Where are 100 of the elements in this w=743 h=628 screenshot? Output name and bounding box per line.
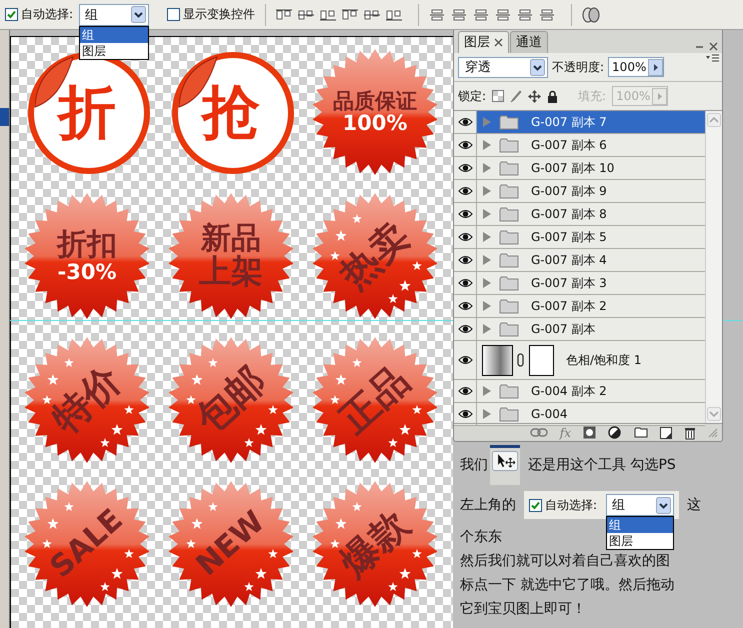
align-icon[interactable] (298, 8, 314, 22)
fill-label: 填充: (578, 88, 606, 104)
expand-arrow-icon[interactable] (483, 186, 491, 196)
layer-name: G-007 副本 5 (531, 228, 607, 246)
eye-icon (458, 117, 472, 127)
distribute-icon[interactable] (495, 8, 512, 22)
distribute-icon[interactable] (539, 8, 556, 22)
expand-arrow-icon[interactable] (483, 209, 491, 219)
layer-row[interactable]: G-007 副本 8 (454, 203, 705, 226)
layer-name: G-007 副本 3 (531, 274, 607, 292)
move-icon[interactable] (528, 90, 542, 102)
layer-row[interactable]: G-004 副本 2 (454, 380, 705, 403)
instruction-text: 它到宝贝图上即可！ (460, 600, 586, 618)
lock-icon[interactable] (547, 90, 558, 102)
target-select[interactable]: 组 (79, 4, 150, 26)
layer-row[interactable]: G-007 副本 5 (454, 226, 705, 249)
instruction-text: 还是用这个工具 勾选PS (528, 456, 676, 474)
layer-name: 色相/饱和度 1 (566, 352, 642, 368)
expand-arrow-icon[interactable] (483, 278, 491, 288)
badge-text: 特价 (45, 360, 129, 440)
folder-icon[interactable] (634, 427, 648, 438)
show-transform-label: 显示变换控件 (183, 6, 256, 23)
visibility-toggle[interactable] (454, 111, 477, 133)
eye-icon (458, 232, 472, 242)
folder-icon (499, 276, 519, 290)
close-icon[interactable] (494, 38, 503, 47)
link-icon[interactable] (530, 428, 548, 437)
opacity-label: 不透明度: (552, 58, 604, 76)
trash-icon[interactable] (684, 426, 696, 440)
expand-arrow-icon[interactable] (483, 324, 491, 334)
layer-row[interactable]: G-007 副本 3 (454, 272, 705, 295)
show-transform-checkbox[interactable] (167, 8, 180, 21)
lock-transparency-icon[interactable] (492, 90, 504, 102)
eye-icon (458, 355, 472, 365)
align-icon[interactable] (386, 8, 402, 22)
layer-row[interactable]: G-007 副本 (454, 318, 705, 341)
layer-name: G-007 副本 10 (531, 160, 614, 176)
mask-thumbnail (529, 344, 554, 376)
panel-tab[interactable]: 图层 (458, 31, 509, 53)
badge-text: 折扣 (57, 229, 117, 261)
adjustment-icon[interactable] (608, 426, 622, 440)
distribute-icon[interactable] (429, 8, 446, 22)
folder-icon (499, 160, 519, 176)
eye-icon (458, 140, 472, 150)
dropdown-option[interactable]: 组 (80, 26, 148, 42)
layer-name: G-004 副本 2 (531, 382, 607, 400)
mask-icon[interactable] (583, 426, 596, 439)
eye-icon (458, 301, 472, 311)
expand-arrow-icon[interactable] (483, 409, 491, 419)
expand-arrow-icon[interactable] (483, 232, 491, 242)
auto-align-icon[interactable] (582, 6, 600, 22)
layer-row[interactable]: G-007 副本 6 (454, 134, 705, 157)
close-icon[interactable] (709, 42, 718, 51)
folder-icon (499, 114, 519, 130)
badge-text: -30% (58, 260, 116, 283)
expand-arrow-icon[interactable] (483, 140, 491, 150)
distribute-icon[interactable] (451, 8, 468, 22)
layer-row[interactable]: G-007 副本 9 (454, 180, 705, 203)
expand-arrow-icon[interactable] (483, 163, 491, 173)
layer-row[interactable]: G-007 副本 10 (454, 157, 705, 180)
layer-row[interactable]: G-004 (454, 403, 705, 426)
align-icon[interactable] (320, 8, 336, 22)
layer-name: G-007 副本 4 (531, 252, 607, 268)
align-icon[interactable] (364, 8, 380, 22)
lock-label: 锁定: (458, 88, 486, 104)
badge-text: 新品 (201, 223, 261, 255)
folder-icon (499, 384, 519, 398)
instruction-text: 标点一下 就选中它了哦。然后拖动 (460, 576, 674, 594)
brush-icon[interactable] (510, 90, 522, 102)
eye-icon (458, 409, 472, 419)
align-icon[interactable] (276, 8, 292, 22)
blend-mode-select[interactable]: 穿透 (458, 56, 548, 78)
panel-menu-icon[interactable] (706, 54, 720, 62)
auto-select-label: 自动选择: (545, 496, 598, 514)
distribute-icon[interactable] (473, 8, 490, 22)
eye-icon (458, 186, 472, 196)
layer-name: G-007 副本 9 (531, 182, 607, 200)
folder-icon (499, 322, 519, 336)
auto-select-checkbox[interactable] (5, 8, 18, 21)
layer-row[interactable]: G-007 副本 7 (454, 111, 705, 134)
chain-link-icon (517, 353, 524, 367)
instruction-text: 个东东 (460, 528, 502, 546)
adjustment-thumbnail (482, 344, 513, 376)
layer-row[interactable]: 色相/饱和度 1 (454, 341, 705, 380)
panel-tab[interactable]: 通道 (510, 31, 548, 53)
new-layer-icon[interactable] (660, 426, 672, 438)
resize-grip-icon[interactable] (708, 428, 718, 438)
badge-text: 爆款 (333, 504, 417, 584)
eye-icon (458, 386, 472, 396)
folder-icon (499, 230, 519, 244)
layer-row[interactable]: G-007 副本 2 (454, 295, 705, 318)
layer-row[interactable]: G-007 副本 4 (454, 249, 705, 272)
opacity-field[interactable]: 100% (608, 57, 664, 77)
auto-select-label: 自动选择: (21, 6, 74, 23)
expand-arrow-icon[interactable] (483, 386, 491, 396)
align-icon[interactable] (342, 8, 358, 22)
expand-arrow-icon[interactable] (483, 255, 491, 265)
dropdown-option[interactable]: 图层 (80, 42, 148, 58)
distribute-icon[interactable] (517, 8, 534, 22)
expand-arrow-icon[interactable] (483, 301, 491, 311)
